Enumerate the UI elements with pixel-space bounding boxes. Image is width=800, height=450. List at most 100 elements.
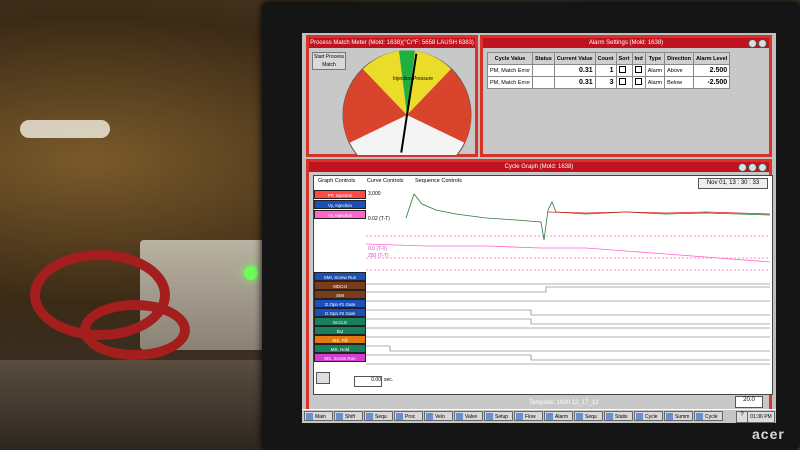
alarm-column-header[interactable]: Cycle Value	[486, 52, 534, 65]
taskbar-button[interactable]: Sequ	[364, 411, 393, 421]
legend-item[interactable]: MS, Screw Run	[314, 353, 366, 362]
ceiling-light	[20, 120, 110, 138]
alarm-column-header[interactable]: Count	[594, 52, 617, 65]
graph-settings-icon[interactable]	[316, 372, 330, 384]
taskbar-app-icon	[546, 413, 553, 420]
cycle-graph-panel: Cycle Graph (Mold: 1638) Graph Controls …	[306, 159, 773, 421]
taskbar-app-icon	[516, 413, 523, 420]
alarm-ind-checkbox[interactable]	[634, 66, 642, 73]
taskbar-button[interactable]: Cycle	[694, 411, 723, 421]
taskbar-label: Proc	[405, 414, 416, 420]
legend-item[interactable]: Vy, Injection	[314, 200, 366, 209]
alarm-ind-checkbox[interactable]	[631, 76, 646, 89]
taskbar-label: Velo	[435, 414, 445, 420]
alarm-column-header[interactable]: Current Value	[553, 52, 596, 65]
taskbar-app-icon	[576, 413, 583, 420]
legend-item[interactable]: SMI	[314, 290, 366, 299]
window-close-button[interactable]	[758, 39, 767, 48]
legend-item[interactable]: G.Opn #2 Gate	[314, 308, 366, 317]
tab-graph-controls[interactable]: Graph Controls	[318, 178, 355, 184]
tab-curve-controls[interactable]: Curve Controls	[367, 178, 404, 184]
alarm-column-header[interactable]: Alarm Level	[692, 52, 731, 65]
window-minimize-button[interactable]	[748, 39, 757, 48]
alarm-column-header[interactable]: Direction	[664, 52, 694, 65]
monitor-brand-logo: acer	[752, 426, 785, 442]
taskbar-label: Valve	[465, 414, 478, 420]
taskbar-button[interactable]: Flow	[514, 411, 543, 421]
legend-item[interactable]: MDCst	[314, 281, 366, 290]
window-close-button[interactable]	[758, 163, 767, 172]
legend-item[interactable]: PP, Injection	[314, 190, 366, 199]
alarm-name: PM, Match Error	[486, 64, 534, 77]
taskbar-label: Flow	[525, 414, 536, 420]
window-maximize-button[interactable]	[748, 163, 757, 172]
legend-item[interactable]: MS, Hold	[314, 344, 366, 353]
taskbar-app-icon	[426, 413, 433, 420]
taskbar-label: Sequ	[375, 414, 387, 420]
taskbar-button[interactable]: Setup	[484, 411, 513, 421]
taskbar-button[interactable]: Alarm	[544, 411, 573, 421]
taskbar-button[interactable]: Velo	[424, 411, 453, 421]
alarm-row[interactable]: PM, Match Error 0.31 3 Alarm Below -2.500	[486, 76, 731, 89]
taskbar-button[interactable]: Proc	[394, 411, 423, 421]
alarm-column-header[interactable]: Sort	[615, 52, 633, 65]
alarm-column-header[interactable]: Ind	[631, 52, 646, 65]
taskbar-app-icon	[636, 413, 643, 420]
alarm-status	[532, 76, 555, 89]
alarm-ind-checkbox[interactable]	[631, 64, 646, 77]
taskbar-label: Statis	[615, 414, 628, 420]
alarm-table-header: Cycle Value Status Current Value Count Sort I…	[486, 52, 731, 65]
legend-item[interactable]: MS, Fill	[314, 335, 366, 344]
alarm-sort-checkbox[interactable]	[618, 78, 626, 85]
taskbar-button[interactable]: Summ	[664, 411, 693, 421]
taskbar-button[interactable]: Main	[304, 411, 333, 421]
legend-item[interactable]: G.Opn #1 Gate	[314, 299, 366, 308]
match-meter-title: Process Match Meter (Mold: 1638)(°C/°F: …	[309, 38, 475, 48]
taskbar-app-icon	[306, 413, 313, 420]
taskbar: ? 01:36 PM Main Shift Sequ Proc Velo Valve Set…	[302, 409, 776, 423]
taskbar-button[interactable]: Sequ	[574, 411, 603, 421]
taskbar-app-icon	[606, 413, 613, 420]
alarm-name: PM, Match Error	[486, 76, 534, 89]
alarm-sort-checkbox[interactable]	[615, 76, 633, 89]
legend-item[interactable]: SMI, Screw Run	[314, 272, 366, 281]
legend-item[interactable]: M.CLS	[314, 317, 366, 326]
alarm-column-header[interactable]: Type	[644, 52, 666, 65]
window-minimize-button[interactable]	[738, 163, 747, 172]
taskbar-label: Sequ	[585, 414, 597, 420]
zoom-field[interactable]: 20.0	[735, 396, 763, 408]
alarm-direction: Above	[664, 64, 694, 77]
taskbar-label: Main	[315, 414, 326, 420]
taskbar-label: Shift	[345, 414, 356, 420]
tab-sequence-controls[interactable]: Sequence Controls	[415, 178, 462, 184]
taskbar-button[interactable]: Statis	[604, 411, 633, 421]
sequence-traces	[366, 283, 770, 365]
taskbar-app-icon	[486, 413, 493, 420]
series-injection	[366, 243, 770, 263]
alarm-count: 3	[594, 76, 617, 89]
alarm-sort-checkbox[interactable]	[615, 64, 633, 77]
taskbar-button[interactable]: Valve	[454, 411, 483, 421]
taskbar-app-icon	[696, 413, 703, 420]
alarm-ind-checkbox[interactable]	[634, 78, 642, 85]
alarm-settings-panel: Alarm Settings (Mold: 1638) Cycle Value S…	[480, 35, 772, 157]
taskbar-app-icon	[366, 413, 373, 420]
legend-item[interactable]: Vy, Injection	[314, 210, 366, 219]
graph-tabs: Graph Controls Curve Controls Sequence C…	[318, 178, 472, 184]
alarm-sort-checkbox[interactable]	[618, 66, 626, 73]
legend-item[interactable]: BIJ	[314, 326, 366, 335]
taskbar-clock: 01:36 PM	[747, 411, 775, 423]
taskbar-app-icon	[396, 413, 403, 420]
taskbar-button[interactable]: Cycle	[634, 411, 663, 421]
taskbar-label: Setup	[495, 414, 509, 420]
taskbar-button[interactable]: Shift	[334, 411, 363, 421]
graph-area: Graph Controls Curve Controls Sequence C…	[313, 175, 773, 395]
series-velocity	[405, 193, 770, 241]
time-unit: sec.	[384, 377, 394, 383]
alarm-column-header[interactable]: Status	[532, 52, 555, 65]
taskbar-app-icon	[666, 413, 673, 420]
time-value-field[interactable]: 0.00	[354, 376, 382, 387]
alarm-row[interactable]: PM, Match Error 0.31 1 Alarm Above 2.500	[486, 64, 731, 77]
taskbar-app-icon	[456, 413, 463, 420]
alarm-direction: Below	[664, 76, 694, 89]
